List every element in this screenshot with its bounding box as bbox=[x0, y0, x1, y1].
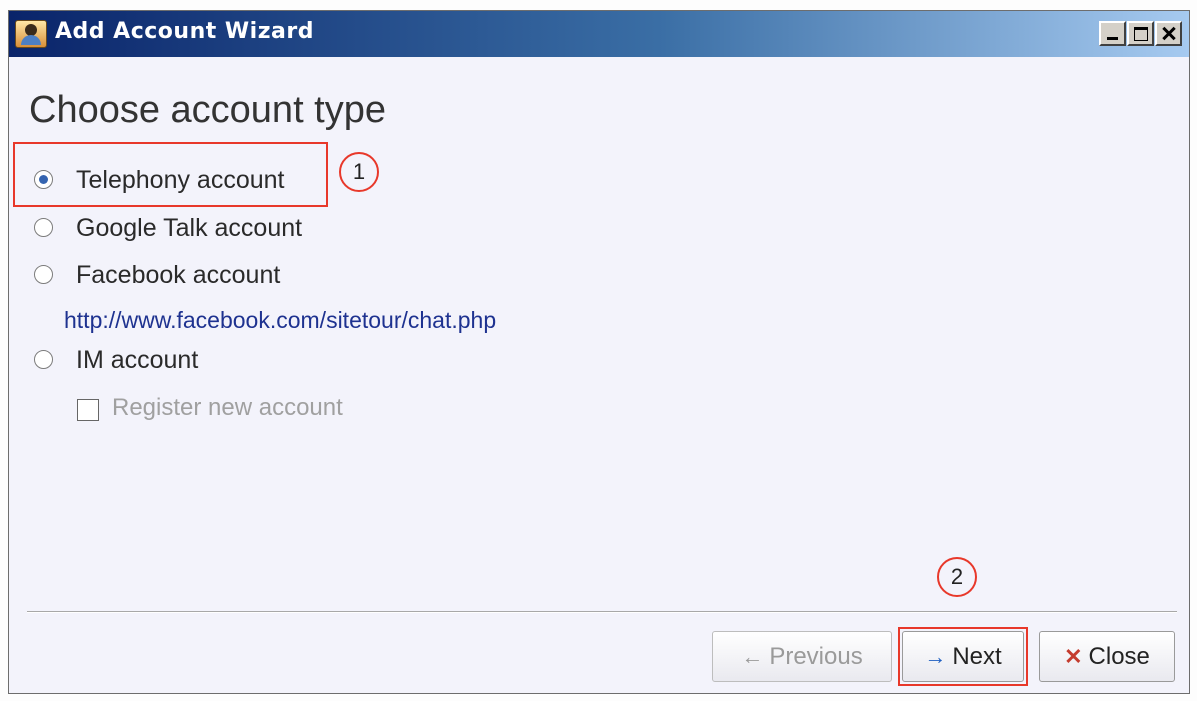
close-label: Close bbox=[1088, 642, 1150, 670]
wizard-app-icon bbox=[15, 20, 47, 48]
window-close-button[interactable] bbox=[1155, 21, 1182, 46]
minimize-button[interactable] bbox=[1099, 21, 1126, 46]
im-label: IM account bbox=[76, 346, 199, 374]
annotation-marker-1: 1 bbox=[339, 152, 379, 192]
previous-label: Previous bbox=[769, 642, 863, 670]
google-talk-label: Google Talk account bbox=[76, 214, 303, 242]
google-talk-radio[interactable] bbox=[34, 218, 53, 237]
window-title: Add Account Wizard bbox=[55, 19, 314, 44]
left-arrow-icon: ← bbox=[741, 643, 764, 669]
annotation-highlight-telephony bbox=[13, 142, 328, 207]
close-x-icon: ✕ bbox=[1064, 643, 1083, 669]
maximize-button[interactable] bbox=[1127, 21, 1154, 46]
add-account-wizard-window: Add Account Wizard Choose account type T… bbox=[8, 10, 1190, 694]
annotation-highlight-next bbox=[898, 627, 1028, 686]
register-new-account-checkbox[interactable] bbox=[77, 399, 99, 421]
im-radio[interactable] bbox=[34, 350, 53, 369]
footer-separator bbox=[27, 611, 1177, 613]
facebook-label: Facebook account bbox=[76, 261, 281, 289]
page-heading: Choose account type bbox=[29, 89, 387, 131]
facebook-chat-link[interactable]: http://www.facebook.com/sitetour/chat.ph… bbox=[64, 307, 496, 334]
previous-button[interactable]: ← Previous bbox=[712, 631, 892, 682]
title-bar[interactable]: Add Account Wizard bbox=[9, 11, 1189, 57]
close-button[interactable]: ✕ Close bbox=[1039, 631, 1175, 682]
facebook-radio[interactable] bbox=[34, 265, 53, 284]
annotation-marker-2: 2 bbox=[937, 557, 977, 597]
register-new-account-label: Register new account bbox=[112, 394, 343, 421]
